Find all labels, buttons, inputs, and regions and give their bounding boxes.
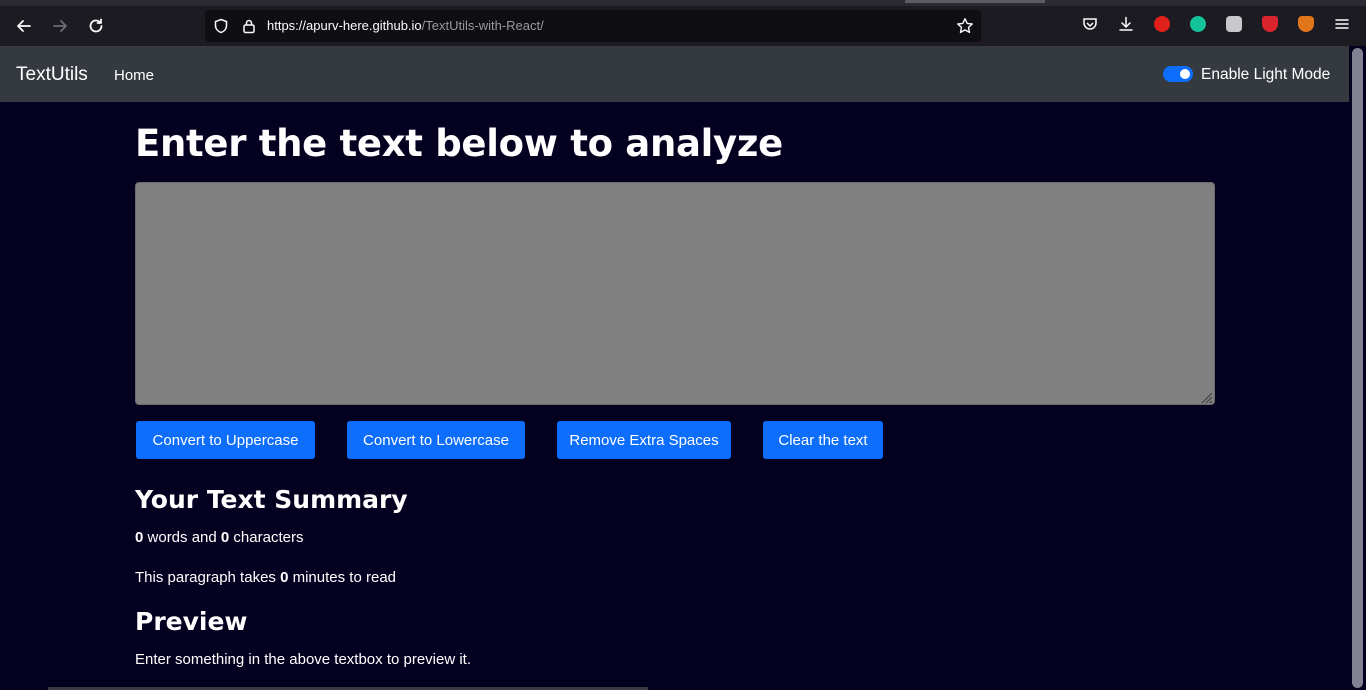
menu-icon[interactable] (1332, 14, 1352, 34)
light-mode-toggle[interactable] (1163, 66, 1193, 82)
star-icon[interactable] (955, 16, 975, 36)
summary-title: Your Text Summary (135, 485, 408, 514)
clear-text-button[interactable]: Clear the text (763, 421, 883, 459)
pocket-icon[interactable] (1080, 14, 1100, 34)
word-count: 0 (135, 529, 144, 546)
metamask-icon[interactable] (1296, 14, 1316, 34)
shield-icon[interactable] (211, 16, 231, 36)
url-path: /TextUtils-with-React/ (421, 18, 544, 33)
download-icon[interactable] (1116, 14, 1136, 34)
light-mode-label[interactable]: Enable Light Mode (1201, 66, 1330, 84)
url-bar[interactable]: https://apurv-here.github.io/TextUtils-w… (205, 10, 981, 42)
word-char-count: 0 words and 0 characters (135, 529, 303, 546)
remove-extra-spaces-button[interactable]: Remove Extra Spaces (557, 421, 731, 459)
resize-grip-icon[interactable] (1199, 389, 1213, 404)
tab-strip-indicator (905, 0, 1045, 3)
reload-icon[interactable] (84, 14, 108, 38)
words-label: words and (147, 529, 217, 546)
read-minutes: 0 (280, 569, 289, 586)
url-host: https://apurv-here.github.io (267, 18, 422, 33)
convert-uppercase-button[interactable]: Convert to Uppercase (136, 421, 315, 459)
privacy-badger-icon[interactable] (1260, 14, 1280, 34)
forward-arrow-icon[interactable] (48, 14, 72, 38)
extension-icon[interactable] (1224, 14, 1244, 34)
grammarly-icon[interactable] (1188, 14, 1208, 34)
read-prefix: This paragraph takes (135, 569, 276, 586)
lock-icon[interactable] (239, 16, 259, 36)
convert-lowercase-button[interactable]: Convert to Lowercase (347, 421, 525, 459)
page-title: Enter the text below to analyze (135, 122, 783, 165)
url-text[interactable]: https://apurv-here.github.io/TextUtils-w… (267, 18, 544, 33)
app-navbar: TextUtils Home Enable Light Mode (0, 46, 1349, 102)
scrollbar-thumb[interactable] (1352, 48, 1363, 688)
read-time: This paragraph takes 0 minutes to read (135, 569, 396, 586)
back-arrow-icon[interactable] (12, 14, 36, 38)
characters-label: characters (233, 529, 304, 546)
preview-text: Enter something in the above textbox to … (135, 651, 472, 668)
read-suffix: minutes to read (292, 569, 396, 586)
text-input-area[interactable] (135, 182, 1215, 405)
navbar-brand[interactable]: TextUtils (16, 64, 88, 86)
nav-link-home[interactable]: Home (114, 67, 154, 84)
toggle-knob (1180, 69, 1190, 79)
preview-title: Preview (135, 607, 248, 636)
adblock-icon[interactable] (1152, 14, 1172, 34)
char-count: 0 (220, 529, 230, 546)
browser-toolbar: https://apurv-here.github.io/TextUtils-w… (0, 0, 1366, 46)
